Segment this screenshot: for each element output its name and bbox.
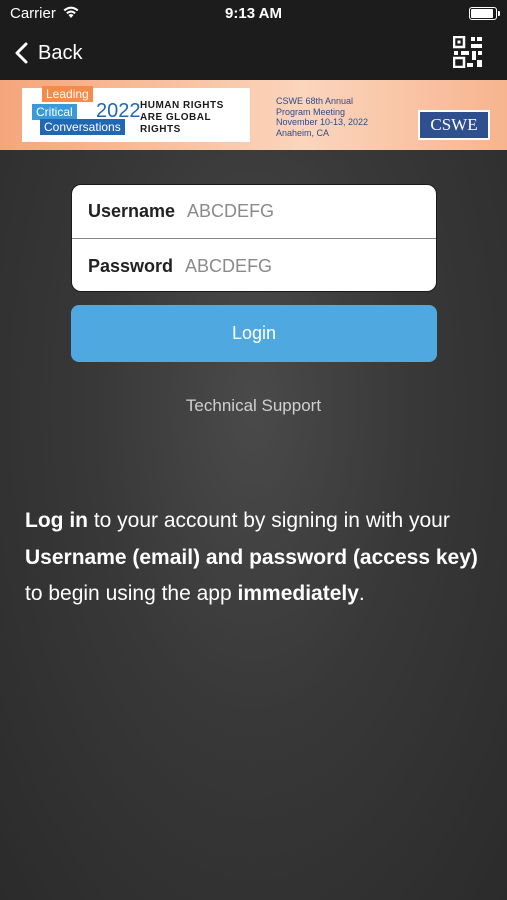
login-button[interactable]: Login <box>71 305 437 362</box>
banner-year: 2022 <box>96 100 141 122</box>
instruction-bold: immediately <box>237 582 359 605</box>
password-label: Password <box>88 255 174 276</box>
technical-support-link[interactable]: Technical Support <box>0 396 507 416</box>
username-label: Username <box>88 201 176 221</box>
instruction-bold: Log in <box>25 509 88 532</box>
instruction-text: to begin using the app <box>25 582 238 605</box>
back-label: Back <box>38 41 83 64</box>
nav-bar: Back <box>0 28 507 80</box>
login-screen: Carrier 9:13 AM Back Leading Critical Co… <box>0 0 507 900</box>
banner-theme: HUMAN RIGHTS ARE GLOBAL RIGHTS <box>140 100 250 136</box>
username-row: Username <box>72 185 436 239</box>
status-bar: Carrier 9:13 AM <box>0 0 507 28</box>
login-instructions: Log in to your account by signing in wit… <box>25 503 485 613</box>
banner-meeting-line: CSWE 68th Annual <box>276 96 354 106</box>
banner-leading-tag: Leading <box>42 86 93 102</box>
banner-meeting-line: Anaheim, CA <box>276 127 330 138</box>
banner-theme-line: RIGHTS <box>140 124 181 135</box>
chevron-left-icon <box>15 42 28 64</box>
login-form: Username Password <box>71 184 437 292</box>
banner-meeting-line: Program Meeting <box>276 106 346 117</box>
battery-icon <box>469 7 500 20</box>
password-input[interactable] <box>185 255 386 277</box>
back-button[interactable]: Back <box>14 38 82 68</box>
qr-code-icon[interactable] <box>453 36 483 68</box>
status-time: 9:13 AM <box>225 5 282 22</box>
instruction-text: to your account by signing in with your <box>87 509 450 532</box>
banner-meeting-info: CSWE 68th Annual Program Meeting Novembe… <box>276 96 396 138</box>
banner-critical-tag: Critical <box>32 104 77 120</box>
username-input[interactable] <box>187 201 388 222</box>
cswe-logo: CSWE <box>418 110 490 140</box>
instruction-text: . <box>358 582 365 605</box>
instruction-bold: Username (email) and password (access ke… <box>25 545 478 569</box>
banner-theme-line: ARE GLOBAL <box>140 112 212 123</box>
banner-meeting-line: November 10-13, 2022 <box>276 117 369 127</box>
banner-theme-line: HUMAN RIGHTS <box>140 100 224 111</box>
password-row: Password <box>72 239 436 291</box>
